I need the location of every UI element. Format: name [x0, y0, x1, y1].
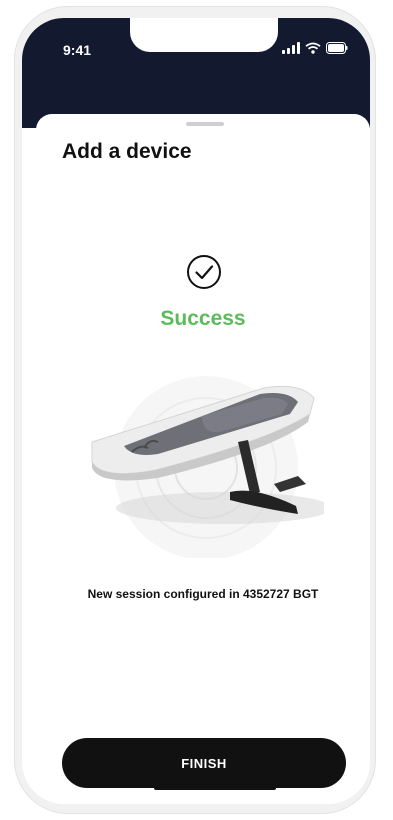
finish-button[interactable]: FINISH: [62, 738, 346, 788]
wifi-icon: [305, 42, 321, 54]
success-label: Success: [160, 307, 246, 330]
sheet-grab-handle[interactable]: [186, 122, 224, 126]
session-message: New session configured in 4352727 BGT: [87, 587, 319, 601]
notch: [130, 18, 278, 52]
home-indicator: [154, 786, 276, 790]
check-circle-icon: [187, 255, 221, 289]
status-time: 9:41: [63, 42, 92, 58]
phone-screen: 9:41 Add a device Success New session co…: [22, 18, 370, 804]
top-bar: 9:41: [22, 18, 370, 128]
efoil-board-image: [91, 376, 324, 558]
signal-icon: [282, 42, 300, 54]
status-icons: [282, 42, 348, 54]
battery-icon: [326, 42, 348, 54]
add-device-sheet: Add a device Success New session configu…: [36, 114, 370, 804]
page-title: Add a device: [62, 140, 192, 163]
